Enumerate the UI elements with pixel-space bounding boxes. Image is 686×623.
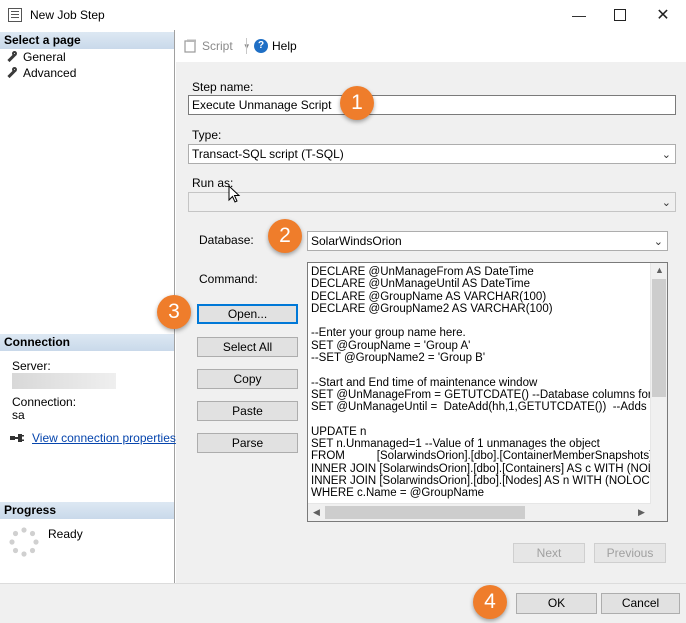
callout-badge-1: 1 — [340, 86, 374, 120]
view-connection-properties-link[interactable]: View connection properties — [32, 431, 176, 445]
title-bar: New Job Step — ✕ — [0, 0, 686, 30]
mouse-cursor-icon — [228, 185, 241, 203]
sidebar-item-advanced[interactable]: Advanced — [6, 65, 76, 81]
previous-button[interactable]: Previous — [594, 543, 666, 563]
command-text[interactable]: DECLARE @UnManageFrom AS DateTime DECLAR… — [311, 266, 651, 504]
connection-label: Connection: — [12, 395, 77, 409]
paste-button[interactable]: Paste — [197, 401, 298, 421]
progress-spinner-icon — [9, 527, 39, 557]
callout-badge-4: 4 — [473, 585, 507, 619]
horizontal-scrollbar[interactable]: ◀ ▶ — [308, 503, 651, 521]
window-title: New Job Step — [30, 8, 105, 22]
connection-header: Connection — [0, 334, 174, 351]
parse-button[interactable]: Parse — [197, 433, 298, 453]
wrench-icon — [6, 67, 18, 79]
script-icon — [184, 39, 196, 53]
next-button[interactable]: Next — [513, 543, 585, 563]
chevron-down-icon: ⌄ — [653, 236, 663, 248]
progress-status: Ready — [48, 527, 83, 541]
select-page-header: Select a page — [0, 32, 174, 49]
scroll-right-icon[interactable]: ▶ — [638, 507, 645, 518]
callout-badge-3: 3 — [157, 295, 191, 329]
vertical-scroll-thumb[interactable] — [652, 279, 666, 397]
progress-header: Progress — [0, 502, 174, 519]
help-label: Help — [272, 39, 297, 53]
sidebar-item-label: Advanced — [23, 66, 77, 80]
window-app-icon — [8, 8, 22, 22]
chevron-down-icon: ⌄ — [661, 197, 671, 209]
toolbar — [176, 30, 686, 60]
sidebar-item-general[interactable]: General — [6, 49, 66, 65]
type-select[interactable]: Transact-SQL script (T-SQL) ⌄ — [188, 144, 676, 164]
script-button[interactable]: Script ▼ — [184, 39, 251, 53]
maximize-icon[interactable] — [597, 0, 643, 30]
vertical-scrollbar[interactable]: ▲ — [650, 263, 667, 505]
database-select[interactable]: SolarWindsOrion ⌄ — [307, 231, 668, 251]
step-name-label: Step name: — [192, 80, 254, 94]
command-textarea[interactable]: DECLARE @UnManageFrom AS DateTime DECLAR… — [307, 262, 668, 522]
sidebar-item-label: General — [23, 50, 66, 64]
step-name-input[interactable]: Execute Unmanage Script — [188, 95, 676, 115]
cancel-button[interactable]: Cancel — [601, 593, 680, 614]
command-label: Command: — [199, 272, 258, 286]
copy-button[interactable]: Copy — [197, 369, 298, 389]
left-panel — [0, 30, 175, 583]
toolbar-separator — [246, 38, 247, 54]
type-label: Type: — [192, 128, 222, 142]
script-label: Script — [202, 39, 233, 53]
database-label: Database: — [199, 233, 254, 247]
help-icon: ? — [254, 39, 268, 53]
chevron-down-icon: ⌄ — [661, 149, 671, 161]
database-select-value: SolarWindsOrion — [311, 234, 402, 248]
open-button[interactable]: Open... — [197, 304, 298, 324]
minimize-icon[interactable]: — — [556, 0, 602, 30]
close-icon[interactable]: ✕ — [640, 0, 686, 30]
server-label: Server: — [12, 359, 51, 373]
server-value-redacted — [12, 373, 116, 389]
connection-value: sa — [12, 408, 25, 422]
select-all-button[interactable]: Select All — [197, 337, 298, 357]
scroll-left-icon[interactable]: ◀ — [313, 507, 320, 518]
ok-button[interactable]: OK — [516, 593, 597, 614]
scrollbar-corner — [650, 504, 667, 521]
plug-icon — [10, 434, 24, 442]
horizontal-scroll-thumb[interactable] — [325, 506, 525, 519]
help-button[interactable]: ? Help — [254, 39, 297, 53]
run-as-select[interactable]: ⌄ — [188, 192, 676, 212]
type-select-value: Transact-SQL script (T-SQL) — [192, 147, 344, 161]
wrench-icon — [6, 51, 18, 63]
callout-badge-2: 2 — [268, 219, 302, 253]
scroll-up-icon[interactable]: ▲ — [655, 265, 664, 275]
